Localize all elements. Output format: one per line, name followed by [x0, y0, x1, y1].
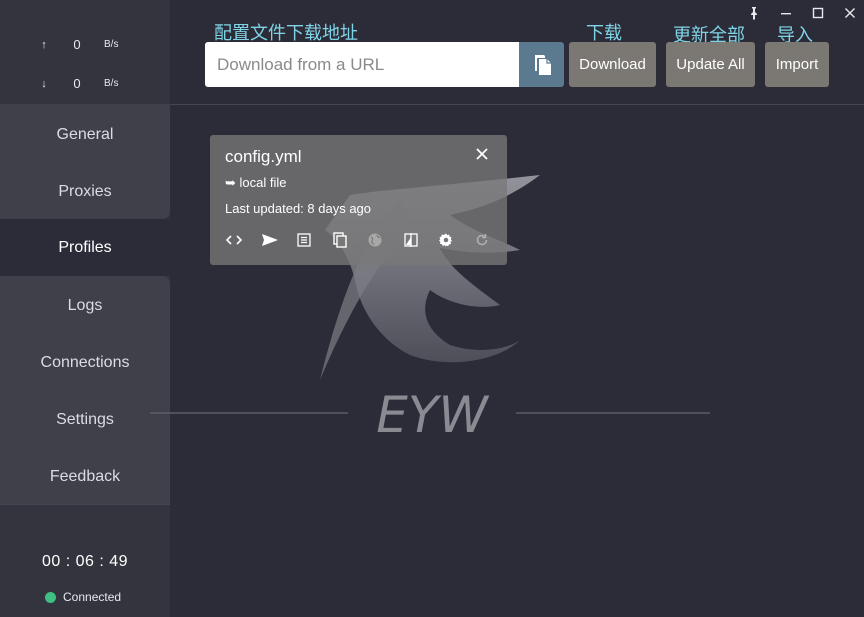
url-input[interactable] — [205, 42, 519, 87]
sidebar-item-settings[interactable]: Settings — [0, 391, 170, 448]
refresh-icon[interactable] — [474, 231, 510, 249]
compare-icon[interactable] — [403, 231, 439, 249]
paste-button[interactable] — [519, 42, 564, 87]
connection-status: Connected — [45, 590, 121, 604]
send-icon[interactable] — [261, 231, 297, 249]
globe-icon[interactable] — [367, 231, 403, 249]
sidebar-item-logs[interactable]: Logs — [0, 277, 170, 334]
code-icon[interactable] — [225, 231, 261, 249]
profile-actions — [225, 231, 509, 249]
sidebar-item-feedback[interactable]: Feedback — [0, 448, 170, 505]
uptime-timer: 00 : 06 : 49 — [41, 553, 129, 570]
download-speed-value: 0 — [73, 76, 81, 91]
upload-speed: ↑ 0 B/s — [38, 37, 118, 52]
copy-icon[interactable] — [332, 231, 368, 249]
download-speed-unit: B/s — [104, 78, 119, 89]
close-icon[interactable] — [842, 4, 858, 22]
profile-type: ➥ local file — [225, 175, 287, 190]
logo-text: EYW — [376, 386, 489, 444]
gear-icon[interactable] — [438, 231, 474, 249]
upload-arrow-icon: ↑ — [41, 38, 47, 51]
profile-last-updated: Last updated: 8 days ago — [225, 201, 372, 216]
paste-icon — [534, 54, 551, 75]
status-dot-icon — [45, 591, 56, 603]
connection-status-label: Connected — [63, 590, 122, 604]
sidebar-item-general[interactable]: General — [0, 106, 170, 163]
download-arrow-icon: ↓ — [41, 77, 47, 90]
close-icon[interactable] — [475, 147, 489, 161]
topbar-divider — [170, 104, 864, 105]
minimize-icon[interactable] — [778, 4, 794, 22]
import-button[interactable]: Import — [765, 42, 829, 87]
pin-icon[interactable] — [746, 4, 762, 22]
window-controls — [746, 4, 858, 22]
sidebar-divider — [0, 504, 170, 505]
download-button[interactable]: Download — [569, 42, 656, 87]
traffic-speed: ↑ 0 B/s ↓ 0 B/s — [0, 0, 170, 104]
maximize-icon[interactable] — [810, 4, 826, 22]
sidebar: ↑ 0 B/s ↓ 0 B/s General Proxies Profiles… — [0, 0, 170, 617]
list-icon[interactable] — [296, 231, 332, 249]
profile-card[interactable]: config.yml ➥ local file Last updated: 8 … — [210, 135, 507, 265]
sidebar-item-connections[interactable]: Connections — [0, 334, 170, 391]
update-all-button[interactable]: Update All — [666, 42, 755, 87]
sidebar-item-proxies[interactable]: Proxies — [0, 163, 170, 220]
sidebar-item-profiles[interactable]: Profiles — [0, 219, 170, 276]
profile-name: config.yml — [225, 147, 302, 166]
upload-speed-value: 0 — [73, 37, 81, 52]
upload-speed-unit: B/s — [104, 39, 119, 50]
download-speed: ↓ 0 B/s — [38, 76, 118, 91]
